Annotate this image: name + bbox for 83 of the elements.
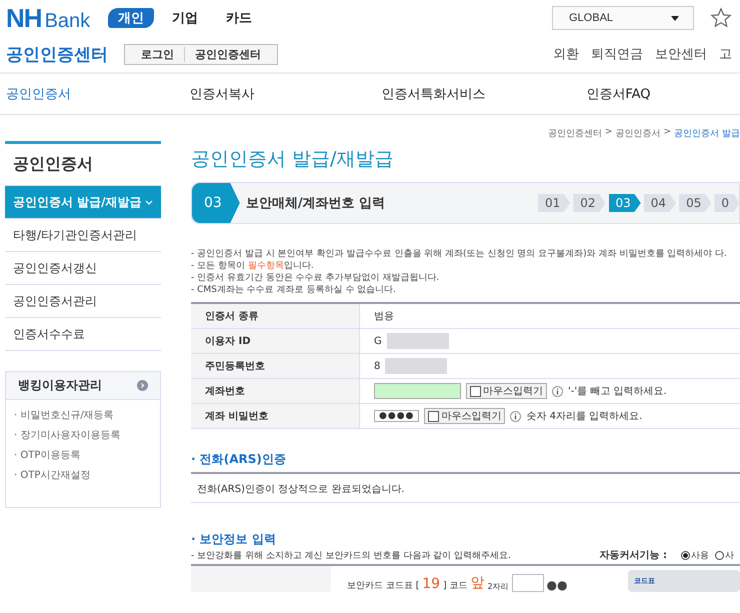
field-value: 범용 <box>374 310 394 323</box>
arrow-circle-icon[interactable] <box>137 380 148 391</box>
center-title: 공인인증센터 <box>6 44 108 66</box>
field-value: G <box>374 336 382 346</box>
caret-icon <box>671 16 679 20</box>
field-label: 계좌 비밀번호 <box>191 404 360 428</box>
field-label: 인증서 종류 <box>191 303 360 328</box>
field-label: 이용자 ID <box>191 328 360 354</box>
top-link[interactable]: 외환 <box>553 45 579 63</box>
step-indicator: 01 <box>538 194 570 212</box>
breadcrumb-link[interactable]: 공인인증서 <box>616 127 661 140</box>
card-instruction: 보안카드 코드표 [ <box>347 580 420 592</box>
logo-word[interactable]: Bank <box>44 10 90 32</box>
breadcrumb-separator: > <box>664 127 672 139</box>
step-indicator: 05 <box>679 194 712 212</box>
hint-text: '-'를 빼고 입력하세요. <box>568 385 667 398</box>
card-instruction: ] 코드 <box>443 580 468 592</box>
notice-text: - CMS계좌는 수수료 계좌로 등록하실 수 없습니다. <box>191 284 398 296</box>
field-label: 주민등록번호 <box>191 354 360 378</box>
panel-link[interactable]: · OTP이용등록 <box>6 445 160 465</box>
nav-tab[interactable]: 인증서특화서비스 <box>361 85 580 103</box>
step-indicator: 02 <box>573 194 606 212</box>
checkbox[interactable] <box>470 386 481 396</box>
card-code-input[interactable] <box>512 574 544 592</box>
sidebar-item[interactable]: 인증서수수료 <box>5 318 161 351</box>
star-icon[interactable] <box>710 7 732 29</box>
notice-text: - 모든 항목이 필수항목입니다. <box>191 260 315 272</box>
notice-text: - 인증서 유효기간 동안은 수수료 추가부담없이 재발급됩니다. <box>191 272 440 284</box>
info-icon <box>552 386 563 396</box>
step-title: 보안매체/계좌번호 입력 <box>246 195 386 212</box>
hint-text: 숫자 4자리를 입력하세요. <box>526 410 642 423</box>
chevron-icon <box>145 200 153 204</box>
field-label: 계좌번호 <box>191 378 360 404</box>
section-title: · 전화(ARS)인증 <box>191 451 740 474</box>
page-title: 공인인증서 발급/재발급 <box>191 147 394 172</box>
step-number-badge: 03 <box>192 183 240 223</box>
panel-link[interactable]: · OTP시간재설정 <box>6 465 160 485</box>
card-position: 앞 <box>470 574 484 592</box>
radio-button[interactable] <box>681 550 690 560</box>
nav-tab[interactable]: 인증서복사 <box>160 85 362 103</box>
password-input[interactable]: ●●●● <box>374 410 420 422</box>
top-link[interactable]: 고 <box>719 45 732 63</box>
masked-digits: ●● <box>546 578 568 592</box>
mouse-input-toggle[interactable]: 마우스입력기 <box>466 383 547 399</box>
card-instruction: 2자리 <box>487 581 509 592</box>
radio-option[interactable]: 사 <box>715 548 734 562</box>
panel-link[interactable]: · 장기미사용자이용등록 <box>6 425 160 445</box>
breadcrumb-separator: > <box>605 127 613 139</box>
panel-link[interactable]: · 비밀번호신규/재등록 <box>6 405 160 425</box>
sidebar-item[interactable]: 공인인증서갱신 <box>5 252 161 285</box>
nav-tab[interactable]: 공인인증서 <box>0 85 160 103</box>
checkbox[interactable] <box>428 410 440 422</box>
field-value: 8 <box>374 360 380 372</box>
notice-text: - 공인인증서 발급 시 본인여부 확인과 발급수수료 인출을 위해 계좌(또는 신청인 명의 요구불계좌)와 계좌 비밀번호를 입력하세야 다. <box>191 248 728 260</box>
breadcrumb-link[interactable]: 공인인증서 발급 <box>674 127 740 140</box>
center-link[interactable]: 로그인 <box>131 46 184 62</box>
segment-tab[interactable]: 기업 <box>162 8 208 28</box>
blur-block <box>386 333 449 349</box>
step-indicator: 04 <box>644 194 676 212</box>
top-link[interactable]: 퇴직연금 <box>591 45 643 63</box>
info-icon <box>510 410 522 422</box>
nav-tab[interactable]: 인증서FAQ <box>580 85 740 103</box>
blur-block <box>385 358 448 374</box>
segment-tab[interactable]: 카드 <box>216 8 262 28</box>
description-text: - 보안강화를 위해 소지하고 계신 보안카드의 번호를 다음과 같이 입력해주세요. <box>191 550 511 562</box>
radio-button[interactable] <box>715 550 724 560</box>
segment-tab[interactable]: 개인 <box>108 8 154 28</box>
logo-mark[interactable]: NH <box>6 2 42 34</box>
mouse-input-toggle[interactable]: 마우스입력기 <box>424 408 506 424</box>
center-link[interactable]: 공인인증센터 <box>184 46 271 62</box>
sidebar-item[interactable]: 공인인증서관리 <box>5 285 161 318</box>
top-link[interactable]: 보안센터 <box>655 45 707 63</box>
step-indicator: 03 <box>608 194 641 212</box>
language-select[interactable]: GLOBAL <box>552 6 694 30</box>
radio-option[interactable]: 사용 <box>681 548 709 562</box>
auto-cursor-label: 자동커서기능 : <box>600 549 667 562</box>
ars-message: 전화(ARS)인증이 정상적으로 완료되었습니다. <box>197 484 404 495</box>
breadcrumb-link[interactable]: 공인인증센터 <box>548 127 602 140</box>
step-indicator: 0 <box>714 194 739 212</box>
account-input[interactable] <box>374 383 461 399</box>
section-title: · 보안정보 입력 <box>191 531 277 548</box>
card-code: 19 <box>422 576 440 592</box>
sidebar-item[interactable]: 타행/타기관인증서관리 <box>5 219 161 252</box>
